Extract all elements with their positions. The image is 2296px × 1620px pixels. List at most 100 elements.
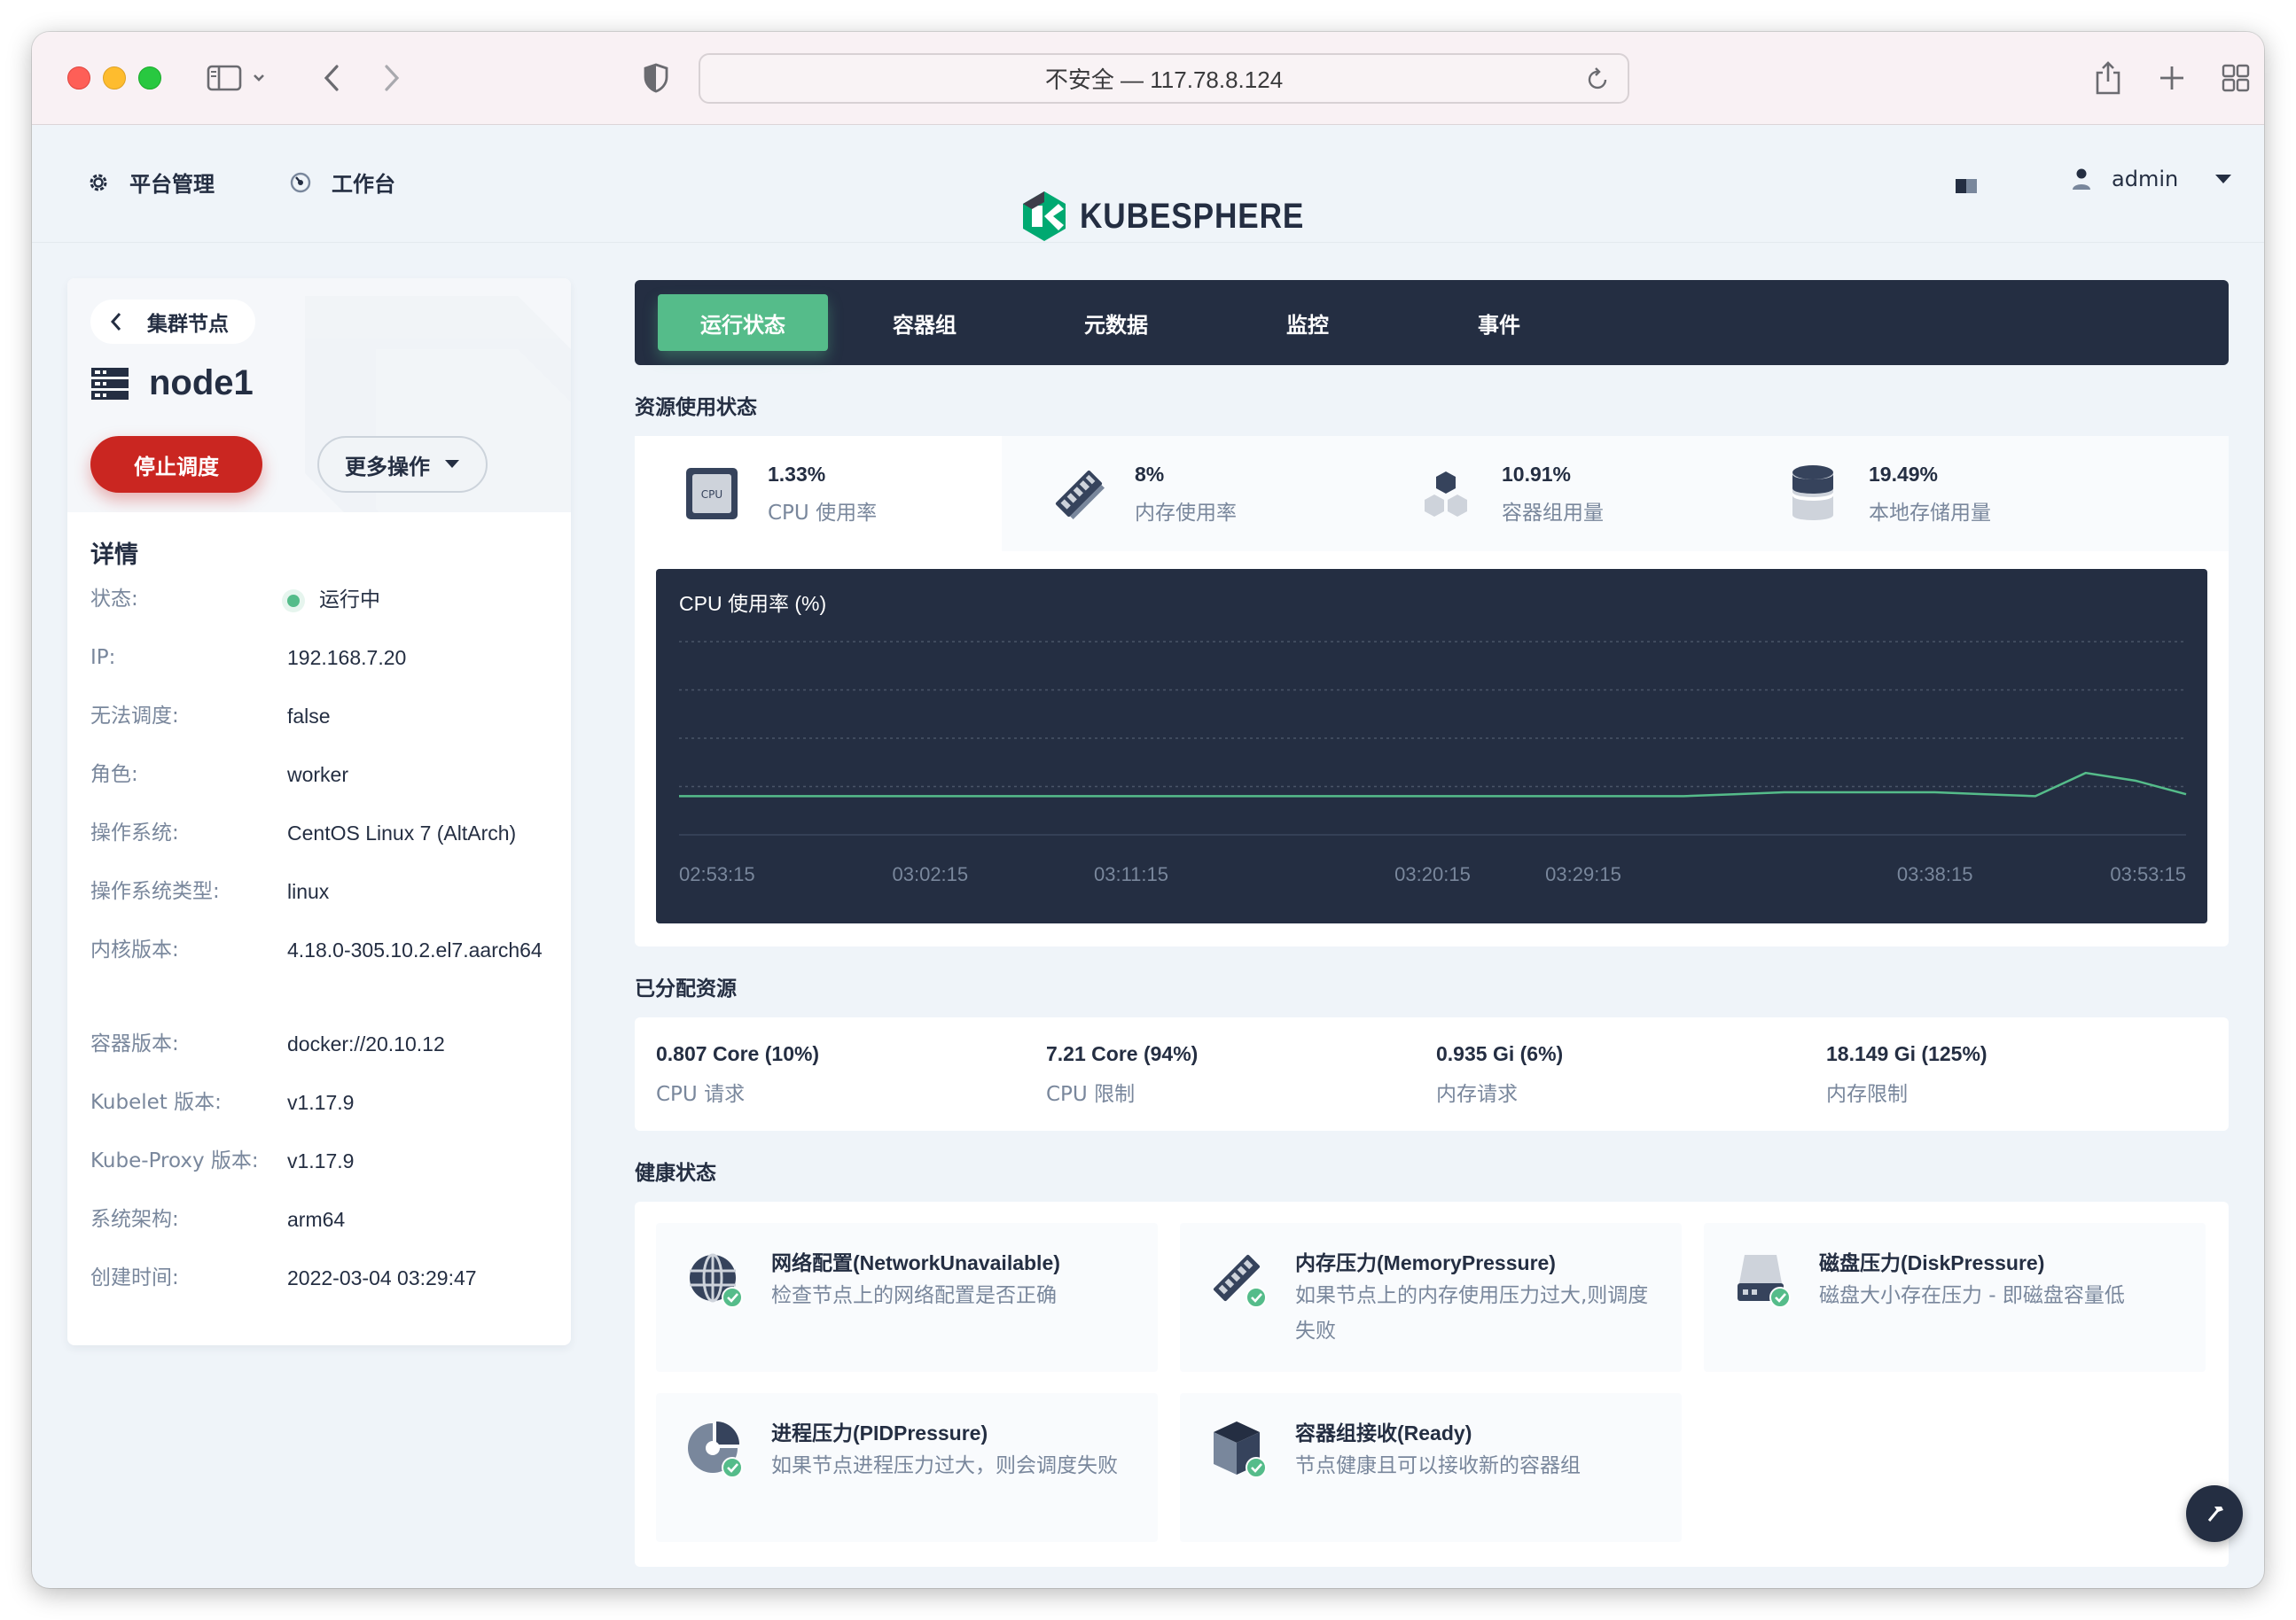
toolbox-button[interactable]	[1947, 167, 1986, 206]
new-tab-button[interactable]	[2152, 58, 2191, 97]
tab-events[interactable]: 事件	[1433, 294, 1566, 351]
detail-value: false	[287, 705, 331, 728]
tab-monitoring[interactable]: 监控	[1241, 294, 1374, 351]
logo-text: KUBESPHERE	[1080, 196, 1305, 236]
platform-management-label: 平台管理	[129, 172, 215, 197]
memory-icon	[1055, 470, 1105, 519]
health-desc: 节点健康且可以接收新的容器组	[1295, 1454, 1581, 1477]
detail-value: 2022-03-04 03:29:47	[287, 1266, 477, 1289]
detail-value: CentOS Linux 7 (AltArch)	[287, 822, 517, 845]
alloc-value: 0.935 Gi (6%)	[1436, 1042, 1564, 1065]
browser-toolbar: 不安全 — 117.78.8.124	[32, 32, 2264, 125]
detail-arch: 系统架构: arm64	[90, 1202, 553, 1237]
chart-x-tick-label: 02:53:15	[679, 863, 755, 885]
back-to-cluster-nodes[interactable]: 集群节点	[90, 300, 255, 344]
tab-metadata[interactable]: 元数据	[1050, 294, 1183, 351]
detail-key: 状态:	[90, 588, 138, 611]
server-icon	[91, 367, 129, 400]
book-icon	[1956, 179, 1977, 193]
tab-overview-button[interactable]	[2216, 58, 2255, 97]
address-bar[interactable]: 不安全 — 117.78.8.124	[699, 53, 1629, 104]
health-item-pid: 进程压力(PIDPressure) 如果节点进程压力过大，则会调度失败	[656, 1393, 1158, 1542]
chart-x-tick-label: 03:53:15	[2110, 863, 2186, 885]
allocated-resources-title: 已分配资源	[635, 977, 737, 1001]
workbench-link[interactable]: 工作台	[289, 167, 395, 198]
address-text: 不安全 — 117.78.8.124	[1044, 66, 1284, 93]
sidebar-toggle-button[interactable]	[202, 58, 273, 97]
details-title: 详情	[90, 541, 138, 569]
chevron-left-icon	[110, 313, 121, 331]
cpu-usage-chart: CPU 使用率 (%) 02:53:15 03:02:15 03:11:15 03:2…	[656, 569, 2207, 923]
detail-value: docker://20.10.12	[287, 1032, 445, 1055]
close-window-button[interactable]	[67, 66, 90, 90]
zoom-window-button[interactable]	[138, 66, 161, 90]
resource-status-title: 资源使用状态	[635, 396, 757, 419]
node-detail-panel: 集群节点 node1 停止调度 更多操作 详情 状态: 运行中 IP: 192.…	[67, 278, 571, 1345]
tab-running-status[interactable]: 运行状态	[658, 294, 828, 351]
health-status-card: 网络配置(NetworkUnavailable) 检查节点上的网络配置是否正确 …	[635, 1202, 2229, 1567]
resource-item-cpu[interactable]: CPU 1.33% CPU 使用率	[635, 436, 1002, 551]
more-actions-button[interactable]: 更多操作	[317, 436, 488, 493]
back-label: 集群节点	[147, 313, 229, 336]
workbench-label: 工作台	[332, 172, 395, 197]
plus-icon	[2160, 66, 2183, 90]
chevron-right-icon	[385, 65, 400, 91]
share-button[interactable]	[2089, 58, 2128, 97]
chevron-left-icon	[324, 65, 339, 91]
grid-icon	[2222, 64, 2250, 92]
allocated-resources-card: 0.807 Core (10%) CPU 请求 7.21 Core (94%) …	[635, 1017, 2229, 1131]
top-navigation: 平台管理 工作台 KUBESPHERE admin	[32, 126, 2264, 243]
alloc-label: CPU 请求	[656, 1083, 746, 1106]
storage-usage-value: 19.49%	[1869, 462, 1939, 486]
resource-item-pods[interactable]: 10.91% 容器组用量	[1369, 436, 1736, 551]
kubesphere-logo[interactable]: KUBESPHERE	[1019, 190, 1335, 243]
disk-icon	[1738, 1255, 1791, 1308]
reload-icon[interactable]	[1587, 66, 1610, 92]
health-item-memory: 内存压力(MemoryPressure) 如果节点上的内存使用压力过大,则调度失…	[1180, 1223, 1682, 1372]
detail-kernel: 内核版本: 4.18.0-305.10.2.el7.aarch64	[90, 932, 546, 968]
gear-icon	[90, 174, 107, 191]
detail-key: IP:	[90, 646, 116, 669]
health-name: 磁盘压力(DiskPressure)	[1819, 1251, 2045, 1274]
detail-key: 容器版本:	[90, 1032, 179, 1055]
toolbox-fab-button[interactable]	[2186, 1485, 2243, 1542]
alloc-cpu-limit: 7.21 Core (94%) CPU 限制	[1046, 1042, 1198, 1107]
chart-series-line-0	[679, 771, 2187, 798]
chart-x-tick-label: 03:11:15	[1094, 863, 1168, 885]
tab-pods[interactable]: 容器组	[858, 294, 991, 351]
node-title: node1	[90, 363, 254, 403]
resource-item-memory[interactable]: 8% 内存使用率	[1002, 436, 1369, 551]
detail-key: 操作系统类型:	[90, 880, 220, 903]
user-icon	[2073, 168, 2090, 190]
alloc-value: 18.149 Gi (125%)	[1826, 1042, 1988, 1065]
alloc-label: 内存限制	[1826, 1083, 1908, 1106]
memory-usage-value: 8%	[1135, 462, 1165, 486]
alloc-memory-request: 0.935 Gi (6%) 内存请求	[1436, 1042, 1563, 1107]
privacy-report-button[interactable]	[636, 58, 676, 97]
health-item-disk: 磁盘压力(DiskPressure) 磁盘大小存在压力 - 即磁盘容量低	[1704, 1223, 2206, 1372]
cpu-icon-text: CPU	[701, 488, 722, 501]
user-menu[interactable]: admin	[2071, 167, 2233, 191]
detail-key: 创建时间:	[90, 1266, 179, 1289]
chart-x-tick-label: 03:29:15	[1545, 863, 1621, 885]
stop-scheduling-button[interactable]: 停止调度	[90, 436, 262, 493]
minimize-window-button[interactable]	[103, 66, 126, 90]
platform-management-link[interactable]: 平台管理	[87, 167, 215, 198]
caret-down-icon	[445, 460, 459, 468]
detail-role: 角色: worker	[90, 757, 553, 792]
alloc-label: CPU 限制	[1046, 1083, 1136, 1106]
health-desc: 检查节点上的网络配置是否正确	[771, 1284, 1057, 1307]
detail-value: worker	[287, 763, 349, 786]
cpu-usage-label: CPU 使用率	[768, 501, 878, 525]
box-icon	[1214, 1421, 1267, 1478]
node-name: node1	[149, 363, 254, 402]
detail-os: 操作系统: CentOS Linux 7 (AltArch)	[90, 815, 553, 851]
detail-key: 操作系统:	[90, 822, 179, 845]
resource-item-storage[interactable]: 19.49% 本地存储用量	[1736, 436, 2103, 551]
status-dot-icon	[287, 594, 300, 607]
forward-nav-button[interactable]	[374, 58, 410, 97]
cpu-icon: CPU	[686, 468, 738, 519]
back-nav-button[interactable]	[314, 58, 349, 97]
health-name: 进程压力(PIDPressure)	[771, 1421, 988, 1445]
detail-kubelet: Kubelet 版本: v1.17.9	[90, 1085, 553, 1120]
